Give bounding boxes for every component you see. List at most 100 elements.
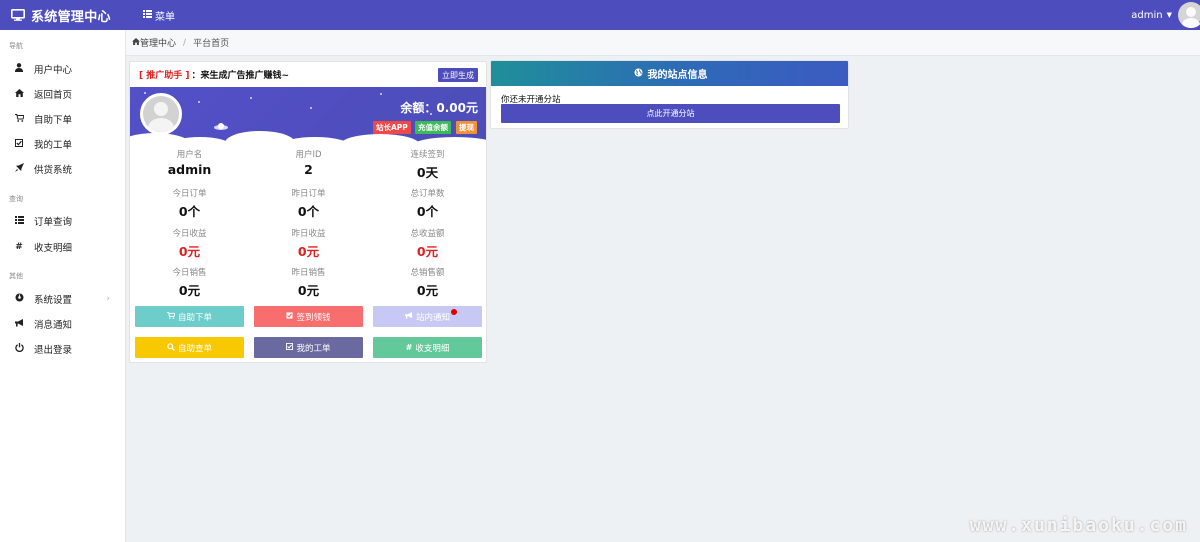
stat-today-orders: 今日订单 0个 <box>130 187 249 220</box>
recharge-button[interactable]: 充值余额 <box>415 121 451 134</box>
breadcrumb: 管理中心 / 平台首页 <box>126 30 1200 56</box>
search-icon <box>167 342 175 353</box>
sidebar-item-label: 我的工单 <box>34 140 73 151</box>
sidebar-item-self-order[interactable]: 自助下单 <box>0 108 126 130</box>
sidebar-item-logout[interactable]: 退出登录 <box>0 338 126 360</box>
sidebar-item-label: 消息通知 <box>34 320 73 331</box>
stat-value: 0个 <box>416 204 439 219</box>
stat-value: 0元 <box>178 283 201 298</box>
chevron-right-icon: › <box>106 294 110 304</box>
settings-icon <box>13 293 25 305</box>
promo-bar: [ 推广助手 ] ：来生成广告推广赚钱~ 立即生成 <box>130 62 486 87</box>
account-banner: 余额：0.00元 站长APP 充值余额 提现 <box>130 87 486 143</box>
stat-value: 0元 <box>416 283 439 298</box>
sidebar-group-nav: 导航 <box>9 42 23 50</box>
stat-label: 总收益额 <box>410 229 445 239</box>
stat-value: 0元 <box>297 283 320 298</box>
sidebar-item-label: 用户中心 <box>34 65 73 76</box>
top-navbar: 系统管理中心 菜单 admin ▼ <box>0 0 1200 30</box>
username: admin <box>1131 9 1163 21</box>
home-icon <box>13 88 25 100</box>
stat-label: 昨日订单 <box>291 189 326 199</box>
banner-star <box>380 93 382 95</box>
stat-total-orders: 总订单数 0个 <box>368 187 486 220</box>
sidebar-item-transactions[interactable]: # 收支明细 <box>0 236 126 258</box>
button-label: 签到领钱 <box>296 312 331 323</box>
checkin-button[interactable]: 签到领钱 <box>254 306 363 327</box>
planet-decoration <box>214 123 228 130</box>
sidebar-item-supply-system[interactable]: 供货系统 <box>0 158 126 180</box>
stat-label: 今日销售 <box>172 268 207 278</box>
stat-yesterday-sales: 昨日销售 0元 <box>249 266 368 299</box>
list-icon <box>13 215 25 227</box>
sidebar-item-system-settings[interactable]: 系统设置 › <box>0 288 126 310</box>
sidebar-item-label: 订单查询 <box>34 217 73 228</box>
station-card-title: 我的站点信息 <box>647 70 708 81</box>
promo-text: ：来生成广告推广赚钱~ <box>191 71 290 81</box>
open-substation-button[interactable]: 点此开通分站 <box>501 104 840 123</box>
stat-label: 连续签到 <box>410 150 445 160</box>
sidebar-item-label: 收支明细 <box>34 243 73 254</box>
sidebar-item-label: 自助下单 <box>34 115 73 126</box>
notification-dot <box>451 309 457 315</box>
checkbox-icon <box>13 138 25 150</box>
app-button[interactable]: 站长APP <box>373 121 411 134</box>
order-lookup-button[interactable]: 自助查单 <box>135 337 244 358</box>
sidebar-item-my-tickets[interactable]: 我的工单 <box>0 133 126 155</box>
stat-value: 0元 <box>178 244 201 259</box>
rocket-icon <box>13 163 25 175</box>
sidebar-item-order-query[interactable]: 订单查询 <box>0 210 126 232</box>
button-label: 我的工单 <box>296 343 331 354</box>
stat-today-sales: 今日销售 0元 <box>130 266 249 299</box>
stat-yesterday-earnings: 昨日收益 0元 <box>249 227 368 260</box>
power-icon <box>13 343 25 355</box>
button-label: 自助查单 <box>177 343 212 354</box>
cloud-decoration <box>410 137 486 143</box>
station-info-card: 我的站点信息 你还未开通分站 点此开通分站 <box>490 60 849 129</box>
withdraw-button[interactable]: 提现 <box>456 121 477 134</box>
avatar[interactable] <box>1178 2 1200 28</box>
stat-label: 昨日收益 <box>291 229 326 239</box>
generate-promo-button[interactable]: 立即生成 <box>438 68 478 82</box>
list-icon <box>143 10 152 21</box>
breadcrumb-home-link[interactable]: 管理中心 <box>140 36 176 49</box>
banner-star <box>144 92 146 94</box>
sidebar-item-home[interactable]: 返回首页 <box>0 83 126 105</box>
stat-checkin-streak: 连续签到 0天 <box>368 148 486 181</box>
stat-label: 用户名 <box>176 150 203 160</box>
stat-value: 2 <box>304 162 313 177</box>
stat-total-earnings: 总收益额 0元 <box>368 227 486 260</box>
cart-icon <box>167 311 176 321</box>
cloud-decoration <box>340 134 420 143</box>
stat-value: 0元 <box>297 244 320 259</box>
sidebar-item-user-center[interactable]: 用户中心 <box>0 58 126 80</box>
stat-value: 0个 <box>297 204 320 219</box>
banner-star <box>250 97 252 99</box>
my-tickets-button[interactable]: 我的工单 <box>254 337 363 358</box>
avatar <box>140 93 182 135</box>
stat-label: 今日订单 <box>172 189 207 199</box>
station-card-header: 我的站点信息 <box>491 61 848 86</box>
sidebar-item-notifications[interactable]: 消息通知 <box>0 313 126 335</box>
menu-toggle-button[interactable]: 菜单 <box>143 8 175 23</box>
caret-down-icon: ▼ <box>1166 11 1172 19</box>
self-order-button[interactable]: 自助下单 <box>135 306 244 327</box>
app-title: 系统管理中心 <box>31 9 111 25</box>
breadcrumb-separator: / <box>183 37 187 48</box>
stat-label: 总订单数 <box>410 189 445 199</box>
transactions-button[interactable]: # 收支明细 <box>373 337 482 358</box>
breadcrumb-current: 平台首页 <box>193 39 230 49</box>
sidebar-group-query: 查询 <box>9 195 23 203</box>
brand[interactable]: 系统管理中心 <box>11 6 111 25</box>
sidebar-item-label: 返回首页 <box>34 90 73 101</box>
checkbox-icon <box>286 343 294 352</box>
bullhorn-icon <box>405 312 413 321</box>
sidebar: 导航 用户中心 返回首页 自助下单 我的工单 供货系统 查询 订单查询 # 收支… <box>0 30 126 542</box>
stat-user-id: 用户ID 2 <box>249 148 368 177</box>
stat-value: 0元 <box>416 244 439 259</box>
site-notice-button[interactable]: 站内通知 <box>373 306 482 327</box>
user-menu[interactable]: admin ▼ <box>1131 0 1200 30</box>
banner-star <box>310 107 312 109</box>
button-label: 收支明细 <box>415 343 450 354</box>
hash-icon: # <box>405 343 413 352</box>
